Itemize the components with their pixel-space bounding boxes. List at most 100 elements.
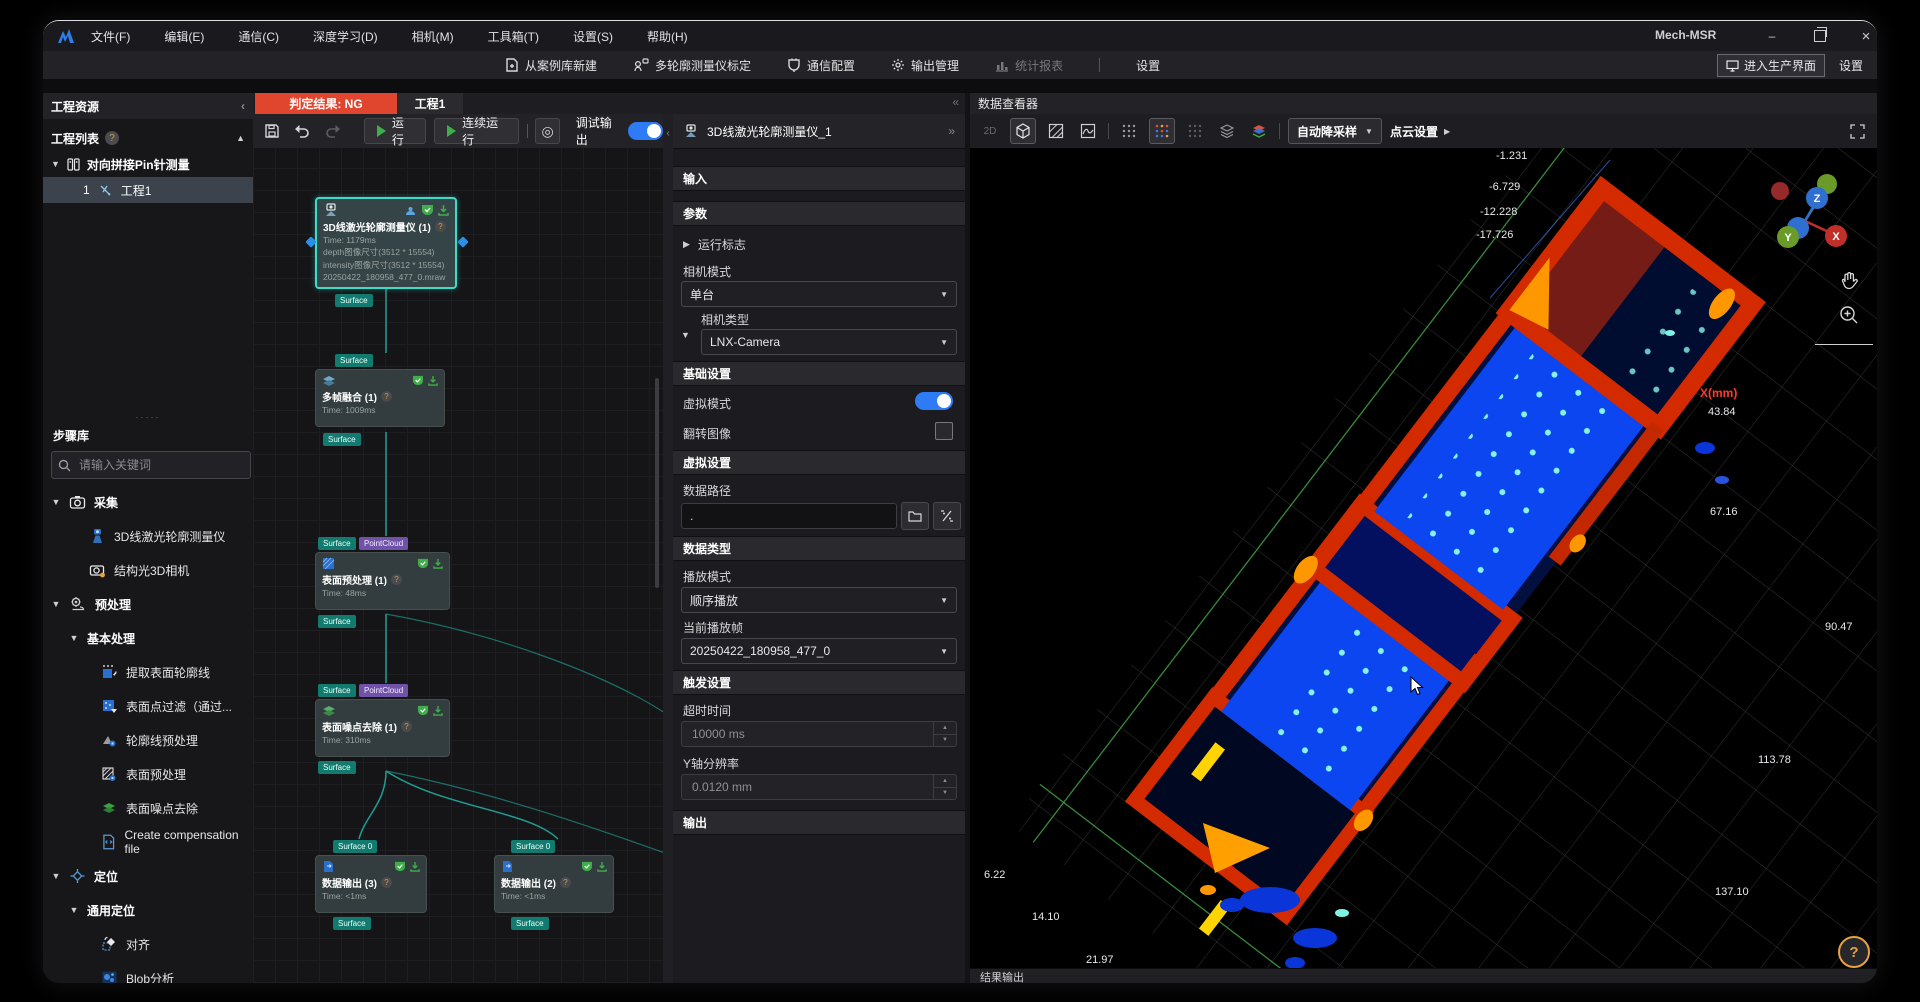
menu-settings[interactable]: 设置(S)	[573, 28, 613, 45]
virtual-mode-toggle[interactable]	[915, 392, 953, 410]
camera-type-expander[interactable]: ▼	[681, 330, 690, 340]
run-continuous-button[interactable]: 连续运行	[434, 118, 518, 144]
statistics-report-button[interactable]: 统计报表	[995, 57, 1063, 74]
tree-group-basic-processing[interactable]: ▼ 基本处理	[43, 621, 253, 655]
menu-file[interactable]: 文件(F)	[91, 28, 130, 45]
node-surface-preprocess[interactable]: 表面预处理 (1)? Time: 48ms	[315, 552, 450, 610]
project-list-help-icon[interactable]: ?	[105, 131, 119, 145]
camera-type-select[interactable]: LNX-Camera▼	[701, 329, 957, 355]
save-output-icon[interactable]	[433, 558, 443, 569]
node-help-icon[interactable]: ?	[560, 877, 571, 888]
collapse-properties-icon[interactable]: »	[948, 124, 955, 138]
run-button[interactable]: 运行	[364, 118, 426, 144]
section-output[interactable]: 输出	[673, 810, 965, 835]
close-button[interactable]: ×	[1849, 25, 1877, 47]
project-tab[interactable]: 工程1	[397, 93, 463, 114]
flip-image-checkbox[interactable]	[935, 422, 953, 440]
downsample-select[interactable]: 自动降采样▼	[1288, 118, 1382, 144]
orientation-gizmo[interactable]: Z Y X	[1765, 161, 1870, 269]
view-2d-button[interactable]: 2D	[978, 119, 1002, 143]
section-virtual-settings[interactable]: 虚拟设置	[673, 450, 965, 475]
restore-button[interactable]	[1803, 25, 1837, 47]
project-list-collapse-icon[interactable]: ▲	[236, 133, 245, 143]
tree-item-extract-profile[interactable]: 提取表面轮廓线	[43, 655, 253, 689]
layers-gray-button[interactable]	[1215, 119, 1239, 143]
section-params[interactable]: 参数	[673, 201, 965, 226]
view-3d-button[interactable]	[1010, 118, 1036, 144]
panel-collapse-strip[interactable]: ‹	[663, 114, 673, 983]
canvas-scrollbar[interactable]	[655, 378, 659, 588]
pan-hand-icon[interactable]	[1838, 270, 1860, 292]
project-row-selected[interactable]: 1 工程1	[43, 177, 253, 203]
zoom-icon[interactable]	[1838, 304, 1860, 326]
browse-folder-button[interactable]	[901, 502, 929, 530]
menu-toolbox[interactable]: 工具箱(T)	[488, 28, 539, 45]
spin-up-icon[interactable]: ▲	[934, 775, 956, 788]
menu-edit[interactable]: 编辑(E)	[164, 28, 204, 45]
node-help-icon[interactable]: ?	[381, 877, 392, 888]
settings-button[interactable]: 设置	[1136, 57, 1160, 74]
depth-map-button[interactable]	[1044, 119, 1068, 143]
tree-item-blob-analysis[interactable]: Blob分析	[43, 961, 253, 983]
spin-up-icon[interactable]: ▲	[934, 722, 956, 735]
current-frame-select[interactable]: 20250422_180958_477_0▼	[681, 638, 957, 664]
save-button[interactable]	[261, 119, 283, 143]
validation-ok-icon[interactable]	[412, 375, 424, 386]
play-mode-select[interactable]: 顺序播放▼	[681, 587, 957, 613]
section-input[interactable]: 输入	[673, 166, 965, 191]
save-output-icon[interactable]	[410, 861, 420, 872]
timeout-spinner[interactable]: 10000 ms ▲▼	[681, 721, 957, 747]
validation-ok-icon[interactable]	[421, 204, 434, 216]
spin-down-icon[interactable]: ▼	[934, 788, 956, 800]
node-help-icon[interactable]: ?	[391, 574, 402, 585]
tree-category-acquire[interactable]: ▼ 采集	[43, 485, 253, 519]
judge-result-tab[interactable]: 判定结果: NG	[255, 93, 397, 114]
camera-mode-select[interactable]: 单台▼	[681, 281, 957, 307]
menu-communication[interactable]: 通信(C)	[238, 28, 279, 45]
node-data-output-2[interactable]: 数据输出 (2)? Time: <1ms	[494, 855, 614, 913]
tab-overflow-icon[interactable]: «	[952, 95, 959, 109]
tree-item-profile-preprocess[interactable]: 轮廓线预处理	[43, 723, 253, 757]
flow-graph-canvas[interactable]: 3D线激光轮廓测量仪 (1)? Time: 1179ms depth图像尺寸(3…	[253, 148, 663, 983]
pointcloud-viewport[interactable]: -1.231 -6.729 -12.228 -17.726 X(mm) 43.8…	[970, 148, 1877, 968]
validation-ok-icon[interactable]	[417, 558, 429, 569]
tree-group-general-locate[interactable]: ▼ 通用定位	[43, 893, 253, 927]
profile-view-button[interactable]	[1076, 119, 1100, 143]
panel-splitter[interactable]: ·····	[43, 415, 253, 420]
section-data-type[interactable]: 数据类型	[673, 536, 965, 561]
undo-button[interactable]	[291, 119, 313, 143]
collapse-sidebar-icon[interactable]: ‹	[241, 99, 245, 113]
node-help-icon[interactable]: ?	[381, 391, 392, 402]
node-help-icon[interactable]: ?	[435, 221, 446, 232]
menu-deep-learning[interactable]: 深度学习(D)	[313, 28, 378, 45]
node-noise-removal[interactable]: 表面噪点去除 (1)? Time: 310ms	[315, 699, 450, 757]
watch-icon[interactable]	[404, 205, 417, 216]
tree-category-locate[interactable]: ▼ 定位	[43, 859, 253, 893]
expand-viewer-button[interactable]	[1845, 119, 1869, 143]
node-help-icon[interactable]: ?	[401, 721, 412, 732]
layers-color-button[interactable]	[1247, 119, 1271, 143]
pointcloud-settings-button[interactable]: 点云设置▶	[1390, 123, 1450, 140]
menu-help[interactable]: 帮助(H)	[647, 28, 688, 45]
enter-production-button[interactable]: 进入生产界面	[1717, 54, 1825, 77]
run-settings-button[interactable]: ◎	[535, 118, 559, 144]
section-trigger-settings[interactable]: 触发设置	[673, 670, 965, 695]
search-input[interactable]	[77, 457, 221, 473]
debug-output-toggle[interactable]	[628, 122, 663, 140]
virtual-data-button[interactable]	[933, 502, 961, 530]
y-resolution-spinner[interactable]: 0.0120 mm ▲▼	[681, 774, 957, 800]
step-search-box[interactable]	[51, 451, 251, 479]
spin-down-icon[interactable]: ▼	[934, 735, 956, 747]
tree-item-align[interactable]: 对齐	[43, 927, 253, 961]
settings-right-button[interactable]: 设置	[1831, 55, 1871, 76]
tree-item-surface-preprocess[interactable]: 表面预处理	[43, 757, 253, 791]
node-frame-fusion[interactable]: 多帧融合 (1)? Time: 1009ms	[315, 369, 445, 427]
expand-icon[interactable]: ▼	[51, 159, 60, 169]
data-path-input[interactable]: .	[681, 503, 897, 529]
save-output-icon[interactable]	[433, 705, 443, 716]
new-from-case-button[interactable]: 从案例库新建	[505, 57, 597, 74]
run-flag-row[interactable]: ▶运行标志	[683, 236, 746, 253]
node-laser-profiler[interactable]: 3D线激光轮廓测量仪 (1)? Time: 1179ms depth图像尺寸(3…	[315, 197, 457, 289]
validation-ok-icon[interactable]	[417, 705, 429, 716]
profiler-calibration-button[interactable]: 多轮廓测量仪标定	[633, 57, 751, 74]
